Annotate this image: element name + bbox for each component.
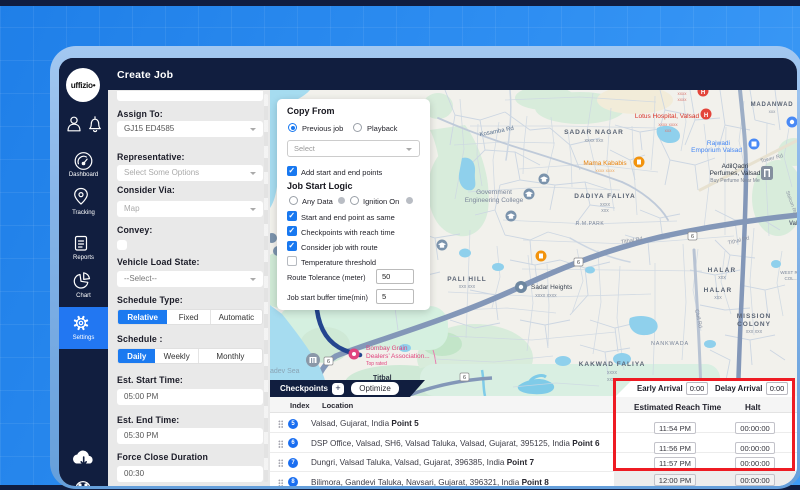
svg-text:Buy Perfume Near Me: Buy Perfume Near Me bbox=[710, 178, 760, 184]
svg-text:6: 6 bbox=[577, 260, 580, 266]
svg-text:HALAR: HALAR bbox=[708, 267, 737, 274]
svg-text:PALI HILL: PALI HILL bbox=[447, 276, 487, 283]
svg-text:xxx: xxx bbox=[601, 208, 609, 214]
svg-text:Emporium Valsad: Emporium Valsad bbox=[691, 147, 742, 154]
svg-text:NANKWADA: NANKWADA bbox=[651, 341, 689, 347]
svg-text:COL...: COL... bbox=[784, 276, 797, 281]
svg-text:xxx xxx: xxx xxx bbox=[746, 329, 763, 335]
svg-text:R.M.PARK: R.M.PARK bbox=[576, 221, 605, 227]
svg-text:Lotus Hospital, Valsad: Lotus Hospital, Valsad bbox=[635, 113, 700, 120]
svg-text:6: 6 bbox=[463, 375, 466, 381]
svg-text:H: H bbox=[704, 113, 708, 119]
svg-text:Government: Government bbox=[476, 189, 512, 196]
svg-text:Sadar Heights: Sadar Heights bbox=[531, 284, 573, 291]
svg-text:xxx: xxx bbox=[665, 128, 673, 133]
svg-text:6: 6 bbox=[327, 359, 330, 365]
svg-text:H: H bbox=[701, 90, 705, 96]
svg-text:Top rated: Top rated bbox=[366, 361, 387, 367]
svg-text:SADAR NAGAR: SADAR NAGAR bbox=[564, 129, 624, 136]
svg-text:Mama Kababis: Mama Kababis bbox=[583, 160, 627, 167]
svg-text:KAKWAD FALIYA: KAKWAD FALIYA bbox=[579, 361, 646, 368]
svg-text:MISSION: MISSION bbox=[737, 313, 771, 320]
svg-text:AdilQadri: AdilQadri bbox=[722, 163, 749, 170]
svg-text:xxx: xxx bbox=[714, 295, 722, 301]
svg-text:COLONY: COLONY bbox=[737, 321, 771, 328]
svg-text:WEST R: WEST R bbox=[780, 270, 797, 275]
svg-text:xxxx xxx: xxxx xxx bbox=[585, 138, 604, 144]
svg-text:xxxx: xxxx bbox=[678, 97, 688, 102]
svg-text:xxxx: xxxx bbox=[607, 370, 618, 376]
svg-text:Perfumes, Valsad: Perfumes, Valsad bbox=[710, 170, 761, 177]
svg-text:xxxx xxxx: xxxx xxxx bbox=[595, 168, 615, 173]
svg-text:Rajwadi: Rajwadi bbox=[707, 140, 730, 147]
svg-text:Bombay Grain: Bombay Grain bbox=[366, 345, 408, 352]
svg-text:HALAR: HALAR bbox=[704, 287, 733, 294]
svg-text:Engineering College: Engineering College bbox=[465, 197, 524, 204]
svg-text:DADIYA FALIYA: DADIYA FALIYA bbox=[574, 193, 635, 200]
svg-text:xxxx xxxx: xxxx xxxx bbox=[535, 293, 557, 299]
svg-text:Valsa: Valsa bbox=[789, 221, 797, 227]
svg-text:MADANWAD: MADANWAD bbox=[751, 102, 794, 108]
svg-text:xxxx xxxx: xxxx xxxx bbox=[658, 122, 678, 127]
svg-text:xxx xxx: xxx xxx bbox=[459, 284, 476, 290]
svg-text:xxx: xxx bbox=[718, 275, 726, 281]
svg-text:xxxx: xxxx bbox=[678, 91, 688, 96]
svg-text:adev Sea: adev Sea bbox=[270, 368, 300, 375]
svg-text:6: 6 bbox=[691, 234, 694, 240]
svg-text:xxx: xxx bbox=[769, 109, 777, 114]
svg-text:Dealers’ Association...: Dealers’ Association... bbox=[366, 353, 430, 360]
